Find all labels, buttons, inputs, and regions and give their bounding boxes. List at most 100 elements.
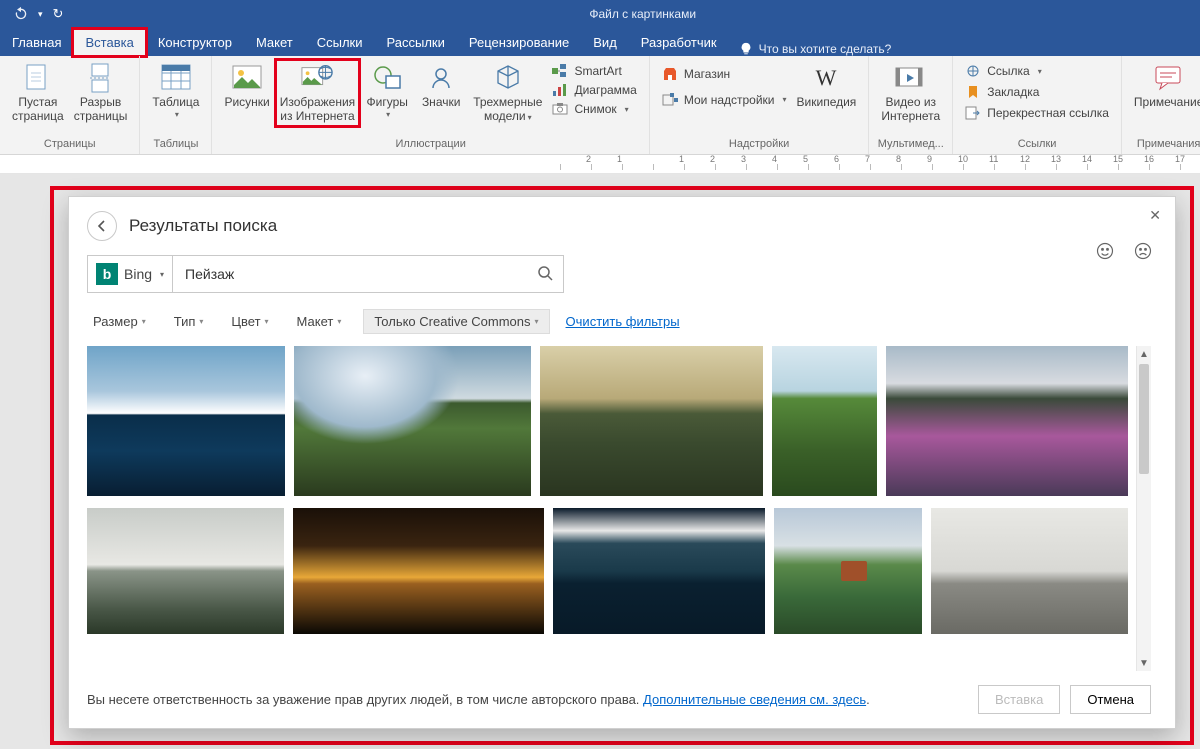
caret-icon: ▾ — [160, 270, 164, 279]
ribbon-tabs: Главная Вставка Конструктор Макет Ссылки… — [0, 28, 1200, 56]
cross-reference-button[interactable]: Перекрестная ссылка — [961, 104, 1113, 122]
tab-design[interactable]: Конструктор — [146, 29, 244, 56]
blank-page-icon — [22, 62, 54, 94]
insert-button[interactable]: Вставка — [978, 685, 1060, 714]
result-thumb[interactable] — [293, 508, 544, 634]
search-icon[interactable] — [537, 265, 553, 284]
svg-text:W: W — [816, 65, 837, 90]
group-label-illustrations: Иллюстрации — [220, 138, 640, 152]
cross-ref-icon — [965, 105, 981, 121]
tab-view[interactable]: Вид — [581, 29, 629, 56]
table-button[interactable]: Таблица ▾ — [148, 60, 203, 121]
screenshot-button[interactable]: Снимок▾ — [548, 100, 640, 118]
group-label-tables: Таблицы — [148, 138, 203, 152]
cancel-button[interactable]: Отмена — [1070, 685, 1151, 714]
dialog-title: Результаты поиска — [129, 216, 277, 236]
shapes-icon — [371, 62, 403, 94]
bing-logo-icon: b — [96, 263, 118, 285]
chart-button[interactable]: Диаграмма — [548, 81, 640, 99]
result-thumb[interactable] — [540, 346, 763, 496]
search-input[interactable] — [183, 265, 537, 283]
result-thumb[interactable] — [87, 346, 285, 496]
wikipedia-icon: W — [810, 62, 842, 94]
close-button[interactable]: ✕ — [1149, 207, 1161, 224]
filter-type[interactable]: Тип▾ — [168, 310, 210, 333]
bookmark-icon — [965, 84, 981, 100]
comment-icon — [1153, 62, 1185, 94]
blank-page-button[interactable]: Пустая страница — [8, 60, 68, 126]
group-label-pages: Страницы — [8, 138, 131, 152]
group-label-addins: Надстройки — [658, 138, 860, 152]
smartart-button[interactable]: SmartArt — [548, 62, 640, 80]
horizontal-ruler: 3211234567891011121314151617 — [0, 155, 1200, 174]
hyperlink-button[interactable]: Ссылка▾ — [961, 62, 1113, 80]
filter-color[interactable]: Цвет▾ — [225, 310, 274, 333]
feedback-sad-icon[interactable] — [1133, 241, 1153, 264]
3d-models-button[interactable]: Трехмерные модели▾ — [469, 60, 546, 126]
my-addins-button[interactable]: Мои надстройки▾ — [658, 91, 791, 109]
group-tables: Таблица ▾ Таблицы — [140, 56, 212, 154]
online-pictures-icon — [301, 62, 333, 94]
online-video-button[interactable]: Видео из Интернета — [877, 60, 944, 126]
tab-insert[interactable]: Вставка — [73, 29, 145, 56]
filter-layout[interactable]: Макет▾ — [291, 310, 348, 333]
group-pages: Пустая страница Разрыв страницы Страницы — [0, 56, 140, 154]
qat-dropdown-icon[interactable]: ▾ — [38, 9, 43, 20]
caret-icon: ▾ — [175, 110, 179, 119]
result-thumb[interactable] — [294, 346, 531, 496]
shapes-button[interactable]: Фигуры▾ — [361, 60, 413, 126]
group-media: Видео из Интернета Мультимед... — [869, 56, 953, 154]
scroll-down-icon[interactable]: ▼ — [1137, 655, 1151, 671]
footer-notice: Вы несете ответственность за уважение пр… — [87, 692, 870, 707]
pictures-icon — [231, 62, 263, 94]
page-break-icon — [85, 62, 117, 94]
tab-home[interactable]: Главная — [0, 29, 73, 56]
screenshot-icon — [552, 101, 568, 117]
scroll-handle[interactable] — [1139, 364, 1149, 474]
group-label-media: Мультимед... — [877, 138, 944, 152]
footer-learn-more-link[interactable]: Дополнительные сведения см. здесь — [643, 692, 866, 707]
clear-filters-link[interactable]: Очистить фильтры — [566, 314, 680, 329]
pictures-button[interactable]: Рисунки — [220, 60, 273, 126]
wikipedia-button[interactable]: W Википедия — [793, 60, 861, 112]
chart-icon — [552, 82, 568, 98]
search-provider[interactable]: b Bing ▾ — [87, 255, 173, 293]
result-thumb[interactable] — [931, 508, 1128, 634]
smartart-icon — [552, 63, 568, 79]
result-thumb[interactable] — [87, 508, 284, 634]
feedback-happy-icon[interactable] — [1095, 241, 1115, 264]
tab-mailings[interactable]: Рассылки — [375, 29, 457, 56]
filter-bar: Размер▾ Тип▾ Цвет▾ Макет▾ Только Creativ… — [87, 309, 1151, 334]
result-thumb[interactable] — [553, 508, 765, 634]
tab-layout[interactable]: Макет — [244, 29, 305, 56]
back-button[interactable] — [87, 211, 117, 241]
result-thumb[interactable] — [774, 508, 922, 634]
document-workspace: ✕ Результаты поиска b Bing ▾ — [0, 174, 1200, 749]
page-break-button[interactable]: Разрыв страницы — [70, 60, 132, 126]
icons-button[interactable]: Значки — [415, 60, 467, 126]
redo-icon[interactable]: ↻ — [53, 6, 64, 22]
group-label-links: Ссылки — [961, 138, 1113, 152]
lightbulb-icon — [739, 42, 753, 56]
filter-cc[interactable]: Только Creative Commons▾ — [363, 309, 549, 334]
comment-button[interactable]: Примечание — [1130, 60, 1200, 112]
tell-me-box[interactable]: Что вы хотите сделать? — [739, 42, 892, 56]
filter-size[interactable]: Размер▾ — [87, 310, 152, 333]
cube-icon — [492, 62, 524, 94]
tab-references[interactable]: Ссылки — [305, 29, 375, 56]
online-pictures-button[interactable]: Изображения из Интернета — [276, 60, 359, 126]
group-links: Ссылка▾ Закладка Перекрестная ссылка Ссы… — [953, 56, 1122, 154]
document-title: Файл с картинками — [589, 7, 696, 21]
undo-icon[interactable] — [14, 6, 28, 23]
store-button[interactable]: Магазин — [658, 65, 791, 83]
results-scrollbar[interactable]: ▲ ▼ — [1136, 346, 1151, 671]
tab-developer[interactable]: Разработчик — [629, 29, 729, 56]
addins-icon — [662, 92, 678, 108]
bookmark-button[interactable]: Закладка — [961, 83, 1113, 101]
result-thumb[interactable] — [886, 346, 1128, 496]
search-box[interactable] — [173, 255, 564, 293]
video-icon — [895, 62, 927, 94]
scroll-up-icon[interactable]: ▲ — [1137, 346, 1151, 362]
tab-review[interactable]: Рецензирование — [457, 29, 581, 56]
result-thumb[interactable] — [772, 346, 877, 496]
